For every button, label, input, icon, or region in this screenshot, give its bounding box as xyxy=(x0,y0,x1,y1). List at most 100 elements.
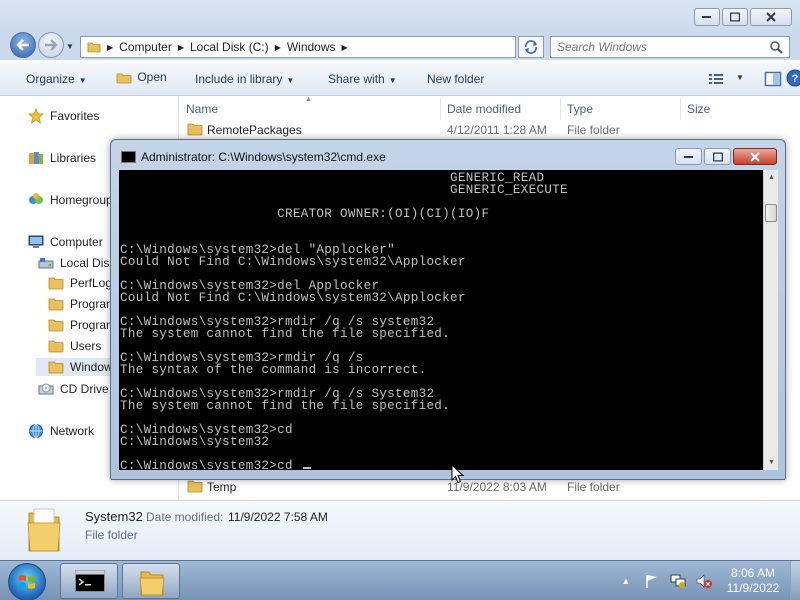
address-row: ▼ ▶ Computer ▶ Local Disk (C:) ▶ Windows… xyxy=(0,32,800,60)
nav-users-label: Users xyxy=(70,339,102,353)
console-line: Could Not Find C:\Windows\system32\Applo… xyxy=(120,255,466,269)
file-row[interactable]: Temp 11/9/2022 8:03 AM File folder xyxy=(179,477,800,497)
nav-libraries-label: Libraries xyxy=(50,151,97,165)
breadcrumb-separator-icon[interactable]: ▶ xyxy=(275,43,281,52)
maximize-icon xyxy=(730,12,740,22)
system-clock[interactable]: 8:06 AM 11/9/2022 xyxy=(718,566,788,596)
close-icon xyxy=(750,151,760,162)
refresh-button[interactable] xyxy=(518,36,544,58)
homegroup-icon xyxy=(29,193,43,204)
breadcrumb-separator-icon[interactable]: ▶ xyxy=(178,43,184,52)
show-hidden-icons-icon[interactable]: ▲ xyxy=(618,573,634,589)
folder-large-icon xyxy=(27,508,61,552)
explorer-titlebar xyxy=(0,0,800,34)
cmd-icon xyxy=(75,570,105,592)
minimize-icon xyxy=(683,155,693,158)
file-row[interactable]: RemotePackages 4/12/2011 1:28 AM File fo… xyxy=(179,120,800,140)
scroll-up-icon[interactable]: ▲ xyxy=(764,170,779,185)
star-icon xyxy=(28,108,44,124)
close-button[interactable] xyxy=(750,8,792,26)
open-button[interactable]: Open xyxy=(116,70,167,85)
volume-muted-icon[interactable] xyxy=(696,573,712,589)
mouse-pointer-icon xyxy=(451,464,465,484)
nav-cd-drive[interactable]: CD Drive xyxy=(38,381,109,397)
share-with-button[interactable]: Share with ▼ xyxy=(328,72,397,86)
console-scrollbar[interactable]: ▲ ▼ xyxy=(763,170,778,470)
console-output[interactable]: GENERIC_READ GENERIC_EXECUTE CREATOR OWN… xyxy=(119,170,763,470)
scroll-down-icon[interactable]: ▼ xyxy=(764,455,779,470)
nav-favorites[interactable]: Favorites xyxy=(28,108,99,124)
change-view-icon[interactable] xyxy=(708,72,724,86)
view-options-dropdown-icon[interactable]: ▼ xyxy=(736,73,744,82)
folder-icon xyxy=(139,571,165,596)
windows-logo-icon xyxy=(19,575,35,589)
column-header-type[interactable]: Type xyxy=(567,102,593,116)
column-divider[interactable] xyxy=(680,98,681,120)
maximize-button[interactable] xyxy=(722,8,748,26)
cmd-window[interactable]: Administrator: C:\Windows\system32\cmd.e… xyxy=(110,139,786,480)
details-date-value: 11/9/2022 7:58 AM xyxy=(228,510,328,524)
nav-users[interactable]: Users xyxy=(48,339,101,353)
nav-homegroup-label: Homegroup xyxy=(50,193,113,207)
nav-program-files[interactable]: Program xyxy=(48,297,116,311)
start-button[interactable] xyxy=(8,563,46,600)
cd-drive-icon xyxy=(38,383,54,395)
clock-time: 8:06 AM xyxy=(730,566,776,580)
column-divider[interactable] xyxy=(440,98,441,120)
forward-button[interactable] xyxy=(38,32,64,58)
chevron-down-icon: ▼ xyxy=(78,76,87,85)
address-bar[interactable]: ▶ Computer ▶ Local Disk (C:) ▶ Windows ▶ xyxy=(80,36,516,58)
folder-icon xyxy=(48,298,64,311)
scrollbar-thumb[interactable] xyxy=(765,204,777,222)
console-line: CREATOR OWNER:(OI)(CI)(IO)F xyxy=(120,207,490,221)
file-type: File folder xyxy=(567,123,620,137)
details-date-label: Date modified: xyxy=(146,510,224,524)
show-desktop-button[interactable] xyxy=(790,561,800,600)
include-in-library-button[interactable]: Include in library ▼ xyxy=(195,72,294,86)
taskbar-cmd-button[interactable] xyxy=(60,563,118,599)
breadcrumb-separator-icon: ▶ xyxy=(107,42,114,52)
taskbar-explorer-button[interactable] xyxy=(122,563,180,599)
nav-computer-label: Computer xyxy=(50,235,103,249)
text-cursor xyxy=(302,467,311,469)
column-header-name[interactable]: Name xyxy=(186,102,218,116)
nav-network[interactable]: Network xyxy=(28,423,94,439)
console-line: C:\Windows\system32 xyxy=(120,435,270,449)
file-date: 4/12/2011 1:28 AM xyxy=(447,123,547,137)
column-header-size[interactable]: Size xyxy=(687,102,710,116)
computer-icon xyxy=(28,235,44,248)
breadcrumb-computer[interactable]: Computer xyxy=(119,40,172,54)
folder-icon xyxy=(48,361,64,374)
cmd-app-icon[interactable] xyxy=(121,151,136,163)
organize-button[interactable]: Organize ▼ xyxy=(26,72,87,86)
file-type: File folder xyxy=(567,480,620,494)
recent-pages-dropdown-icon[interactable]: ▼ xyxy=(66,42,74,51)
cmd-maximize-button[interactable] xyxy=(704,148,731,165)
back-button[interactable] xyxy=(10,32,36,58)
clock-date: 11/9/2022 xyxy=(726,581,780,595)
nav-computer[interactable]: Computer xyxy=(28,234,103,250)
folder-icon xyxy=(87,42,101,53)
folder-icon xyxy=(48,340,64,353)
column-divider[interactable] xyxy=(560,98,561,120)
preview-pane-icon[interactable] xyxy=(764,71,782,87)
search-box[interactable] xyxy=(550,36,790,58)
cmd-minimize-button[interactable] xyxy=(675,148,702,165)
breadcrumb-windows[interactable]: Windows xyxy=(287,40,336,54)
minimize-button[interactable] xyxy=(694,8,720,26)
breadcrumb-separator-icon[interactable]: ▶ xyxy=(342,43,348,52)
nav-homegroup[interactable]: Homegroup xyxy=(28,192,113,208)
help-icon[interactable]: ? xyxy=(786,69,800,87)
nav-libraries[interactable]: Libraries xyxy=(28,150,96,166)
breadcrumb-local-disk[interactable]: Local Disk (C:) xyxy=(190,40,269,54)
new-folder-button[interactable]: New folder xyxy=(427,72,484,86)
network-status-icon[interactable] xyxy=(670,573,686,589)
search-input[interactable] xyxy=(551,37,761,57)
search-icon xyxy=(770,41,783,54)
cmd-close-button[interactable] xyxy=(733,148,777,165)
nav-perflogs[interactable]: PerfLog xyxy=(48,276,112,290)
column-header-date-modified[interactable]: Date modified xyxy=(447,102,521,116)
nav-local-disk[interactable]: Local Disk xyxy=(38,255,115,271)
action-center-flag-icon[interactable] xyxy=(644,573,660,589)
nav-program-files-x86[interactable]: Program xyxy=(48,318,116,332)
